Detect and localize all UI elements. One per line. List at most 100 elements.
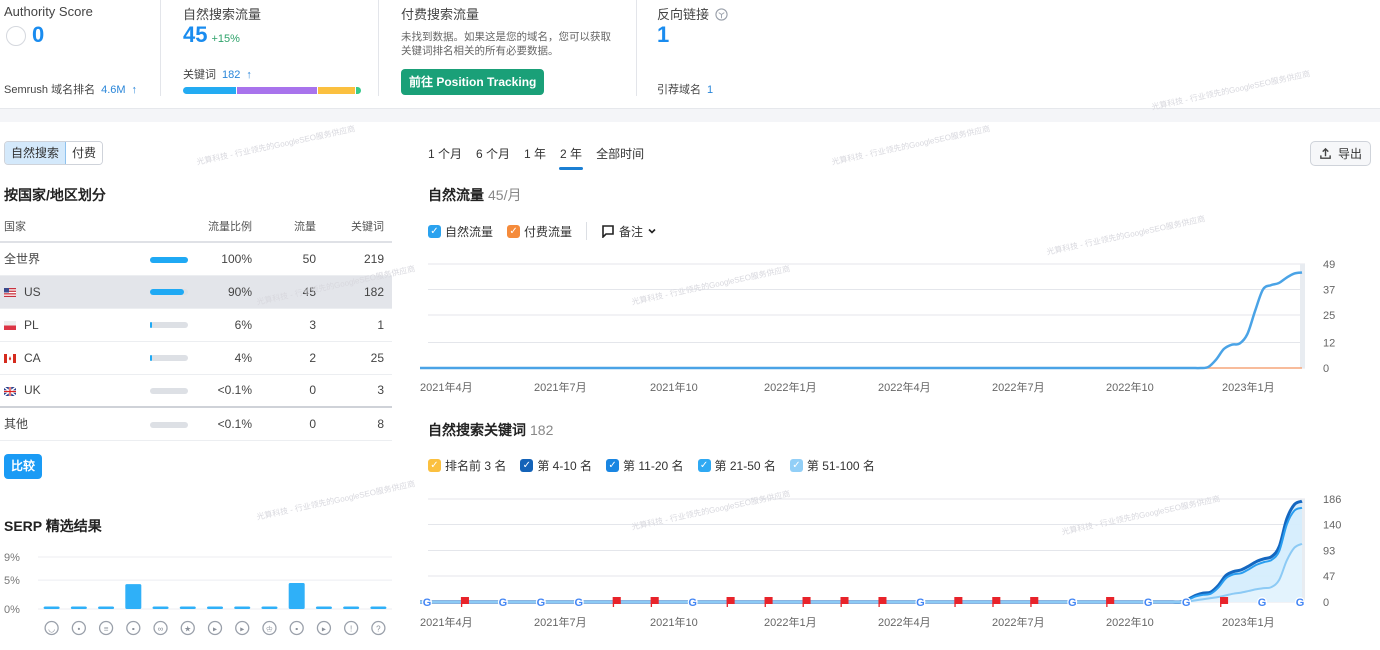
country-cell[interactable]: US	[0, 275, 96, 309]
organic-keywords-chart[interactable]: 0 47 93 140 186 2021年4月 2021年7月 2021年10 2022年1月 2…	[410, 485, 1380, 645]
google-update-icon: G	[1295, 597, 1305, 609]
period-tab-1[interactable]: 6 个月	[476, 145, 510, 168]
legend-keyword-position-0[interactable]: ✓ 排名前 3 名	[428, 457, 506, 474]
checkbox-icon: ✓	[606, 459, 620, 472]
serp-bar-video-carousel	[234, 606, 251, 609]
keywords-value[interactable]: 182	[222, 69, 240, 81]
toggle-organic[interactable]: 自然搜索	[5, 142, 67, 164]
legend-label: 第 11-20 名	[623, 459, 684, 473]
country-cell[interactable]: PL	[0, 308, 96, 342]
reviews-icon: ★	[180, 620, 195, 636]
series-line-0	[420, 499, 1303, 604]
x-tick-label: 2023年1月	[1222, 615, 1275, 629]
watermark: 光算科技 - 行业领先的GoogleSEO服务供应商	[830, 124, 991, 167]
legend-organic-traffic[interactable]: ✓ 自然流量	[428, 223, 493, 240]
y-tick-label: 25	[1323, 310, 1335, 322]
share-bar-cell	[96, 275, 196, 309]
backlinks-value[interactable]: 1	[657, 22, 669, 48]
share-cell: 100%	[196, 242, 254, 276]
kw-distribution-segment[interactable]	[183, 87, 236, 94]
icon-glyph: ∞	[158, 625, 164, 634]
icon-glyph: ?	[376, 625, 381, 634]
share-cell: <0.1%	[196, 406, 254, 441]
keywords-cell[interactable]: 25	[318, 341, 392, 375]
traffic-cell[interactable]: 0	[254, 374, 318, 408]
organic-traffic-title[interactable]: 自然搜索流量	[183, 4, 261, 23]
legend-label: 第 21-50 名	[714, 459, 776, 473]
kw-distribution-segment[interactable]	[318, 87, 355, 94]
flag-note-icon	[992, 597, 1001, 607]
serp-bar-people-also-ask-discussion	[343, 606, 360, 609]
google-letter: G	[499, 597, 508, 609]
geo-row-ca[interactable]: CA 4% 2 25	[0, 341, 392, 375]
traffic-cell[interactable]: 45	[254, 275, 318, 309]
authority-score-value: 0	[32, 22, 45, 47]
x-tick-label: 2022年10	[1106, 380, 1154, 394]
icon-glyph: •	[77, 625, 80, 634]
col-traffic[interactable]: 流量	[254, 210, 318, 243]
series-line-2	[420, 542, 1303, 604]
legend-paid-traffic[interactable]: ✓ 付费流量	[507, 223, 572, 240]
period-tab-0[interactable]: 1 个月	[428, 145, 462, 168]
organic-traffic-value[interactable]: 45 +15%	[183, 22, 240, 48]
export-button[interactable]: 导出	[1310, 141, 1371, 166]
organic-traffic-chart[interactable]: 0 12 25 37 49 2021年4月 2021年7月 2021年10 2022年1月 202…	[410, 250, 1380, 400]
period-tab-4[interactable]: 全部时间	[596, 145, 644, 168]
icon-glyph: ≡	[104, 625, 109, 634]
col-share[interactable]: 流量比例	[196, 210, 254, 243]
keywords-cell[interactable]: 1	[318, 308, 392, 342]
referring-domains-value[interactable]: 1	[707, 84, 713, 96]
country-cell[interactable]: CA	[0, 341, 96, 375]
country-cell[interactable]: UK	[0, 374, 96, 408]
video-carousel-icon: ▸	[235, 620, 250, 636]
flag-pl-icon	[4, 320, 16, 330]
keywords-cell[interactable]: 182	[318, 275, 392, 309]
traffic-cell[interactable]: 3	[254, 308, 318, 342]
flag-uk-icon	[4, 386, 16, 396]
share-cell: 6%	[196, 308, 254, 342]
geo-row-uk[interactable]: UK <0.1% 0 3	[0, 374, 392, 408]
compare-button[interactable]: 比较	[4, 454, 43, 479]
icon-glyph: !	[350, 625, 352, 634]
share-bar	[150, 322, 188, 329]
period-tab-3[interactable]: 2 年	[559, 145, 584, 170]
notes-dropdown[interactable]: 备注	[601, 223, 657, 240]
keywords-cell[interactable]: 3	[318, 374, 392, 408]
toggle-paid[interactable]: 付费	[66, 142, 103, 164]
col-keywords[interactable]: 关键词	[318, 210, 392, 243]
flag-pole	[1106, 597, 1108, 607]
semrush-rank-value[interactable]: 4.6M	[101, 84, 125, 96]
watermark: 光算科技 - 行业领先的GoogleSEO服务供应商	[195, 124, 356, 167]
flag-note-icon	[764, 597, 773, 607]
flag-note-icon	[650, 597, 659, 607]
geo-row-us[interactable]: US 90% 45 182	[0, 275, 392, 309]
period-tab-2[interactable]: 1 年	[524, 145, 546, 168]
legend-keyword-position-4[interactable]: ✓ 第 51-100 名	[789, 457, 875, 474]
period-tabs: 1 个月 6 个月 1 年 2 年全部时间	[428, 145, 644, 170]
legend-keyword-position-2[interactable]: ✓ 第 11-20 名	[606, 457, 684, 474]
backlinks-title[interactable]: 反向链接	[657, 7, 709, 22]
position-tracking-button[interactable]: 前往 Position Tracking	[401, 69, 545, 95]
x-tick-label: 2023年1月	[1222, 380, 1275, 394]
checkbox-icon: ✓	[428, 459, 441, 472]
traffic-cell: 0	[254, 406, 318, 441]
keyword-distribution-bar[interactable]	[183, 87, 361, 94]
legend-label: 付费流量	[524, 224, 573, 239]
legend-divider	[586, 222, 588, 240]
x-tick-label: 2022年7月	[992, 380, 1045, 394]
geo-row-pl[interactable]: PL 6% 3 1	[0, 308, 392, 342]
watermark: 光算科技 - 行业领先的GoogleSEO服务供应商	[255, 479, 416, 522]
video-icon: ▸	[207, 620, 223, 636]
y-tick-label: 47	[1323, 571, 1335, 583]
legend-keyword-position-1[interactable]: ✓ 第 4-10 名	[520, 457, 592, 474]
google-update-icon: G	[535, 597, 546, 609]
kw-distribution-segment[interactable]	[236, 87, 317, 94]
globe-icon[interactable]	[715, 8, 728, 21]
traffic-cell[interactable]: 2	[254, 341, 318, 375]
keywords-cell: 8	[318, 406, 392, 441]
share-bar	[150, 421, 188, 428]
legend-keyword-position-3[interactable]: ✓ 第 21-50 名	[697, 457, 776, 474]
kw-distribution-segment[interactable]	[355, 87, 361, 94]
y-tick-label: 9%	[4, 552, 20, 564]
chevron-down-icon	[648, 228, 656, 234]
